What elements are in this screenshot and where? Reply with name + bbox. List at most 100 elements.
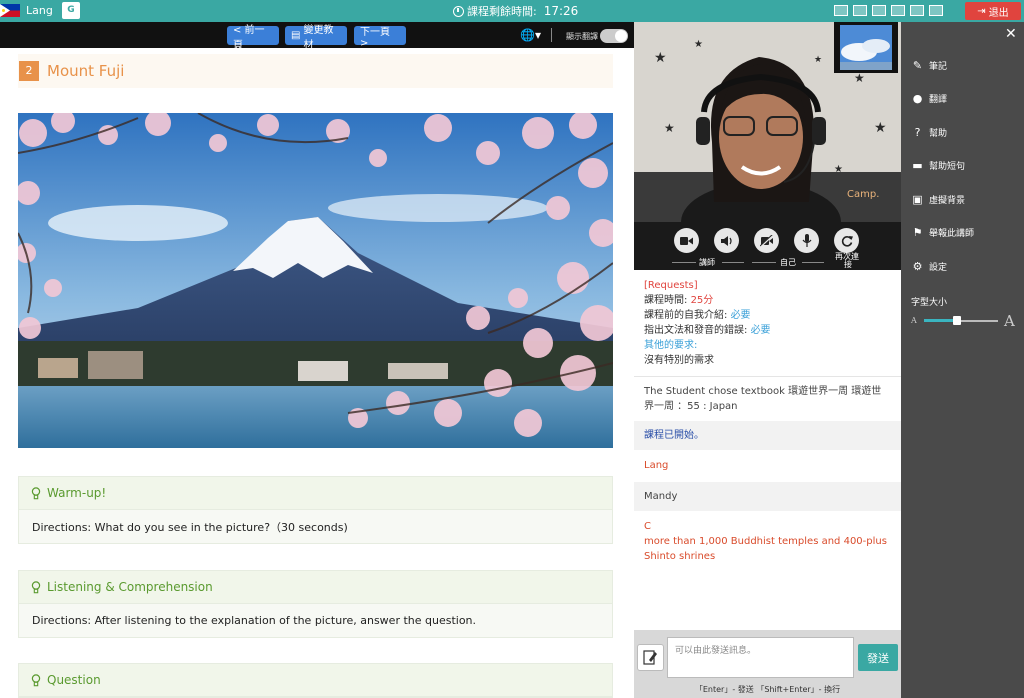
exit-icon: ⇥ xyxy=(977,5,986,17)
chat-panel: [Requests] 課程時間: 25分 課程前的自我介紹: 必要 指出文法和發… xyxy=(634,270,901,630)
teacher-line-right xyxy=(722,262,744,263)
duration-row: 課程時間: 25分 xyxy=(644,293,891,308)
video-camera-icon xyxy=(680,236,693,245)
svg-text:★: ★ xyxy=(654,50,667,66)
svg-text:★: ★ xyxy=(664,121,675,135)
prev-page-button[interactable]: < 前一頁 xyxy=(227,25,279,51)
svg-text:★: ★ xyxy=(694,39,703,50)
warmup-directions: Directions: What do you see in the pictu… xyxy=(19,510,612,543)
teacher-line-left xyxy=(672,262,696,263)
reconnect-label-2: 接 xyxy=(844,260,852,269)
other-requests-value: 沒有特別的需求 xyxy=(644,355,714,366)
question-section: Question xyxy=(18,663,613,698)
language-select-globe-icon[interactable]: 🌐▾ xyxy=(520,28,541,42)
lesson-title: Mount Fuji xyxy=(47,62,125,80)
question-title: Question xyxy=(47,673,101,687)
next-page-button[interactable]: 下一頁 > xyxy=(354,26,406,49)
video-off-icon xyxy=(759,234,774,247)
message-input[interactable]: 可以由此發送訊息。 xyxy=(667,637,854,678)
textbook-message: The Student chose textbook 環遊世界一周 環遊世界一周… xyxy=(644,386,882,412)
system-message: 課程已開始。 xyxy=(634,421,901,450)
gear-icon: ⚙ xyxy=(912,260,923,273)
reconnect-button[interactable] xyxy=(834,228,859,253)
sidebar-item-virtual-background[interactable]: ▣ 虛擬背景 xyxy=(911,193,965,206)
speaker-toggle-button[interactable] xyxy=(714,228,739,253)
change-textbook-label: 變更教材 xyxy=(303,24,334,51)
layout-3-icon[interactable] xyxy=(872,5,886,16)
self-line-right xyxy=(802,262,824,263)
slider-fill xyxy=(924,319,958,322)
sidebar-item-label: 幫助短句 xyxy=(929,162,966,172)
lesson-number-badge: 2 xyxy=(19,61,39,81)
svg-text:★: ★ xyxy=(874,120,887,136)
google-translate-icon[interactable]: G xyxy=(62,2,80,19)
edit-icon: ✎ xyxy=(912,59,923,72)
sidebar-item-help[interactable]: ? 幫助 xyxy=(911,126,947,139)
chat-input-area: 可以由此發送訊息。 發送 「Enter」- 發送 「Shift+Enter」- … xyxy=(634,630,901,698)
timer-label: 課程剩餘時間: xyxy=(467,5,537,18)
send-button[interactable]: 發送 xyxy=(858,644,898,671)
requests-block: [Requests] 課程時間: 25分 課程前的自我介紹: 必要 指出文法和發… xyxy=(634,270,901,377)
mount-fuji-photo xyxy=(18,113,613,448)
sidebar-item-label: 設定 xyxy=(929,263,948,273)
philippines-flag-icon xyxy=(0,4,20,17)
video-controls: 講師 自己 再次連 接 xyxy=(634,222,901,270)
warmup-section: Warm-up! Directions: What do you see in … xyxy=(18,476,613,544)
remaining-time: 課程剩餘時間: 17:26 xyxy=(453,3,578,19)
show-translation-label: 顯示翻譯 xyxy=(566,32,598,41)
timer-value: 17:26 xyxy=(543,4,579,18)
sidebar-item-settings[interactable]: ⚙ 設定 xyxy=(911,260,947,273)
self-line-left xyxy=(752,262,776,263)
camera-toggle-button[interactable] xyxy=(674,228,699,253)
listening-title: Listening & Comprehension xyxy=(47,580,213,594)
username: Lang xyxy=(26,4,53,17)
sidebar-item-translate[interactable]: ● 翻譯 xyxy=(911,92,947,105)
lesson-toolbar: < 前一頁 ▤ 變更教材 下一頁 > 🌐▾ 顯示翻譯 xyxy=(0,22,634,51)
refresh-icon xyxy=(841,235,853,247)
self-camera-off-button[interactable] xyxy=(754,228,779,253)
sidebar-item-help-phrases[interactable]: ▬ 幫助短句 xyxy=(911,159,965,172)
exit-button[interactable]: ⇥ 退出 xyxy=(965,2,1021,20)
book-icon: ▤ xyxy=(291,30,301,41)
draw-pad-button[interactable] xyxy=(637,644,664,671)
svg-text:★: ★ xyxy=(814,55,822,65)
keyboard-hint: 「Enter」- 發送 「Shift+Enter」- 換行 xyxy=(694,685,841,694)
right-sidebar: ✕ ✎ 筆記 ● 翻譯 ? 幫助 ▬ 幫助短句 ▣ 虛擬背景 ⚑ 舉報此講師 ⚙… xyxy=(901,22,1024,698)
warmup-header: Warm-up! xyxy=(19,477,612,510)
layout-6-icon[interactable] xyxy=(929,5,943,16)
microphone-icon xyxy=(802,234,811,247)
chat-message: C more than 1,000 Buddhist temples and 4… xyxy=(634,511,901,571)
microphone-toggle-button[interactable] xyxy=(794,228,819,253)
sidebar-item-notes[interactable]: ✎ 筆記 xyxy=(911,59,947,72)
sidebar-item-label: 幫助 xyxy=(929,129,948,139)
correction-label: 指出文法和發音的錯誤: xyxy=(644,325,751,336)
self-view-video[interactable] xyxy=(834,22,898,73)
sidebar-item-label: 筆記 xyxy=(929,62,948,72)
speaker-icon xyxy=(720,235,732,246)
duration-value: 25分 xyxy=(690,295,714,306)
other-requests-label: 其他的要求: xyxy=(644,340,698,351)
listening-header: Listening & Comprehension xyxy=(19,571,612,604)
slider-handle[interactable] xyxy=(953,316,962,325)
duration-label: 課程時間: xyxy=(644,295,691,306)
sidebar-item-label: 虛擬背景 xyxy=(929,196,966,206)
layout-5-icon[interactable] xyxy=(910,5,924,16)
font-size-slider[interactable]: A A xyxy=(911,312,1019,330)
show-translation-toggle[interactable] xyxy=(600,29,628,43)
listening-directions: Directions: After listening to the expla… xyxy=(19,604,612,637)
layout-1-icon[interactable] xyxy=(834,5,848,16)
sidebar-item-report-teacher[interactable]: ⚑ 舉報此講師 xyxy=(911,226,974,239)
close-icon[interactable]: ✕ xyxy=(1005,26,1017,42)
layout-2-icon[interactable] xyxy=(853,5,867,16)
font-size-label: 字型大小 xyxy=(911,298,948,308)
intro-label: 課程前的自我介紹: xyxy=(644,310,731,321)
layout-4-icon[interactable] xyxy=(891,5,905,16)
self-label: 自己 xyxy=(780,258,796,267)
change-textbook-button[interactable]: ▤ 變更教材 xyxy=(285,25,347,51)
lesson-content: 2 Mount Fuji Warm-up! Directions: What d… xyxy=(0,48,634,698)
lightbulb-icon xyxy=(31,673,41,686)
notepad-pen-icon xyxy=(643,650,657,665)
question-header: Question xyxy=(19,664,612,697)
font-large-icon: A xyxy=(1004,312,1015,330)
clock-icon xyxy=(453,5,464,17)
